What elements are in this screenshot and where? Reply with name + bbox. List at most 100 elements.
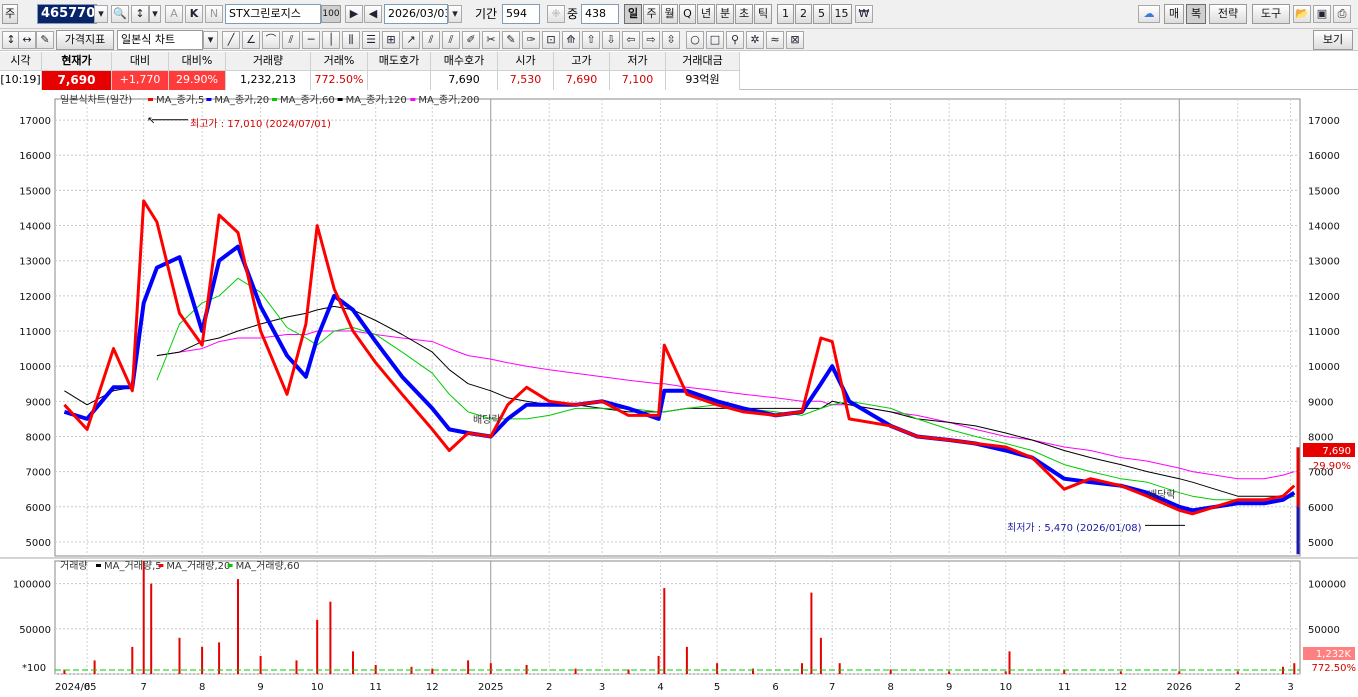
draw-circle-icon[interactable]: ○ — [686, 31, 704, 49]
volume-bar — [431, 668, 434, 674]
quote-header-9: 고가 — [554, 52, 610, 71]
save-icon[interactable]: ▣ — [1313, 5, 1331, 23]
draw-andrews-icon[interactable]: ⫽ — [442, 31, 460, 49]
custom-interval-icon[interactable]: ₩ — [855, 5, 873, 23]
draw-trendline-icon[interactable]: ╱ — [222, 31, 240, 49]
count-input[interactable]: 438 — [581, 4, 619, 24]
draw-channel-icon[interactable]: ⫼ — [342, 31, 360, 49]
sort-dropdown-icon[interactable]: ▾ — [149, 5, 161, 23]
multi-button[interactable]: 복 — [1186, 4, 1206, 24]
y-tick-label-left: 12000 — [19, 292, 51, 303]
interval-day[interactable]: 일 — [624, 4, 642, 24]
stock-code-input[interactable]: 465770 — [37, 4, 97, 24]
tools-button[interactable]: 도구 — [1252, 4, 1290, 24]
indicator-button[interactable]: 가격지표 — [56, 30, 114, 50]
play-forward-icon[interactable]: ▶ — [345, 5, 363, 23]
buy-button[interactable]: 매 — [1164, 4, 1184, 24]
interval-quarter[interactable]: Q — [679, 4, 696, 24]
draw-hline-icon[interactable]: ─ — [302, 31, 320, 49]
x-tick-label: 9 — [946, 682, 952, 693]
strategy-button[interactable]: 전략 — [1209, 4, 1247, 24]
draw-parallel-icon[interactable]: ⫽ — [422, 31, 440, 49]
volume-bar — [1236, 671, 1239, 674]
draw-pencil-icon[interactable]: ✎ — [502, 31, 520, 49]
chart-type-select[interactable]: 일본식 차트 — [117, 30, 203, 50]
draw-left-icon[interactable]: ⇦ — [622, 31, 640, 49]
pct-button[interactable]: 100 — [321, 5, 341, 23]
volume-bar — [295, 660, 298, 674]
interval-minute[interactable]: 분 — [716, 4, 734, 24]
draw-angle-icon[interactable]: ∠ — [242, 31, 260, 49]
grid-icon[interactable]: ⁜ — [547, 5, 565, 23]
open-folder-icon[interactable]: 📂 — [1293, 5, 1311, 23]
code-dropdown-icon[interactable]: ▾ — [94, 5, 108, 23]
quote-value-6 — [368, 71, 431, 90]
left-right-arrow-icon[interactable]: ↔ — [18, 31, 36, 49]
draw-arc-icon[interactable]: ⌒ — [262, 31, 280, 49]
period-input[interactable]: 594 — [502, 4, 540, 24]
k-button[interactable]: K — [185, 5, 203, 23]
legend-swatch-2 — [272, 98, 277, 101]
interval-second[interactable]: 초 — [735, 4, 753, 24]
interval-year[interactable]: 년 — [697, 4, 715, 24]
volume-bar — [218, 642, 221, 674]
y-tick-label-left: 14000 — [19, 222, 51, 233]
volume-bar — [657, 655, 660, 674]
draw-delete-icon[interactable]: ⊠ — [786, 31, 804, 49]
vol-legend-swatch-2 — [227, 564, 233, 567]
draw-vline-icon[interactable]: │ — [322, 31, 340, 49]
x-tick-label: 8 — [199, 682, 205, 693]
market-type-button[interactable]: 주 — [2, 4, 18, 24]
a-button[interactable]: A — [165, 5, 183, 23]
interval-2[interactable]: 2 — [795, 4, 812, 24]
sort-icon[interactable]: ↕ — [131, 5, 149, 23]
y-tick-label-left: 9000 — [26, 397, 51, 408]
y-tick-label-right: 14000 — [1308, 222, 1340, 233]
y-tick-label-left: 11000 — [19, 327, 51, 338]
chart-type-dropdown-icon[interactable]: ▾ — [203, 31, 218, 49]
volume-bar — [1008, 651, 1011, 674]
print-icon[interactable]: ⎙ — [1333, 5, 1351, 23]
draw-fan-icon[interactable]: ⫽ — [282, 31, 300, 49]
draw-cut-icon[interactable]: ✂ — [482, 31, 500, 49]
interval-1[interactable]: 1 — [777, 4, 794, 24]
edit-icon[interactable]: ✎ — [36, 31, 54, 49]
cloud-icon[interactable]: ☁ — [1138, 5, 1160, 23]
n-button[interactable]: N — [205, 5, 223, 23]
calendar-dropdown-icon[interactable]: ▾ — [448, 5, 462, 23]
volume-bar — [259, 655, 262, 674]
date-field[interactable]: 2026/03/03 — [384, 4, 448, 24]
play-back-icon[interactable]: ◀ — [364, 5, 382, 23]
interval-tick[interactable]: 틱 — [754, 4, 772, 24]
view-button[interactable]: 보기 — [1313, 30, 1353, 50]
draw-up-icon[interactable]: ⇧ — [582, 31, 600, 49]
draw-brush-icon[interactable]: ✑ — [522, 31, 540, 49]
interval-week[interactable]: 주 — [643, 4, 660, 24]
volume-unit-label: *100 — [22, 663, 46, 674]
x-tick-label: 9 — [257, 682, 263, 693]
draw-measure-icon[interactable]: ⇳ — [662, 31, 680, 49]
interval-5[interactable]: 5 — [813, 4, 830, 24]
y-tick-label-right: 5000 — [1308, 538, 1333, 549]
draw-grid-icon[interactable]: ⊞ — [382, 31, 400, 49]
draw-list-icon[interactable]: ☰ — [362, 31, 380, 49]
legend-label-1: MA_종가,20 — [214, 94, 269, 106]
draw-ray-icon[interactable]: ↗ — [402, 31, 420, 49]
draw-right-icon[interactable]: ⇨ — [642, 31, 660, 49]
draw-export-icon[interactable]: ⟰ — [562, 31, 580, 49]
interval-15[interactable]: 15 — [831, 4, 852, 24]
vol-legend-swatch-1 — [158, 564, 164, 567]
draw-frame-icon[interactable]: ⊡ — [542, 31, 560, 49]
draw-down-icon[interactable]: ⇩ — [602, 31, 620, 49]
x-tick-label: 3 — [1287, 682, 1293, 693]
stock-name-field[interactable]: STX그린로지스 — [225, 4, 321, 24]
draw-zoom-icon[interactable]: ⚲ — [726, 31, 744, 49]
legend-label-4: MA_종가,200 — [418, 94, 479, 106]
interval-month[interactable]: 월 — [661, 4, 678, 24]
search-icon[interactable]: 🔍 — [111, 5, 129, 23]
draw-wave-icon[interactable]: ≈ — [766, 31, 784, 49]
draw-star-icon[interactable]: ✲ — [746, 31, 764, 49]
draw-pen-icon[interactable]: ✐ — [462, 31, 480, 49]
x-tick-label: 2024/05 — [55, 682, 97, 693]
draw-rect-icon[interactable]: □ — [706, 31, 724, 49]
